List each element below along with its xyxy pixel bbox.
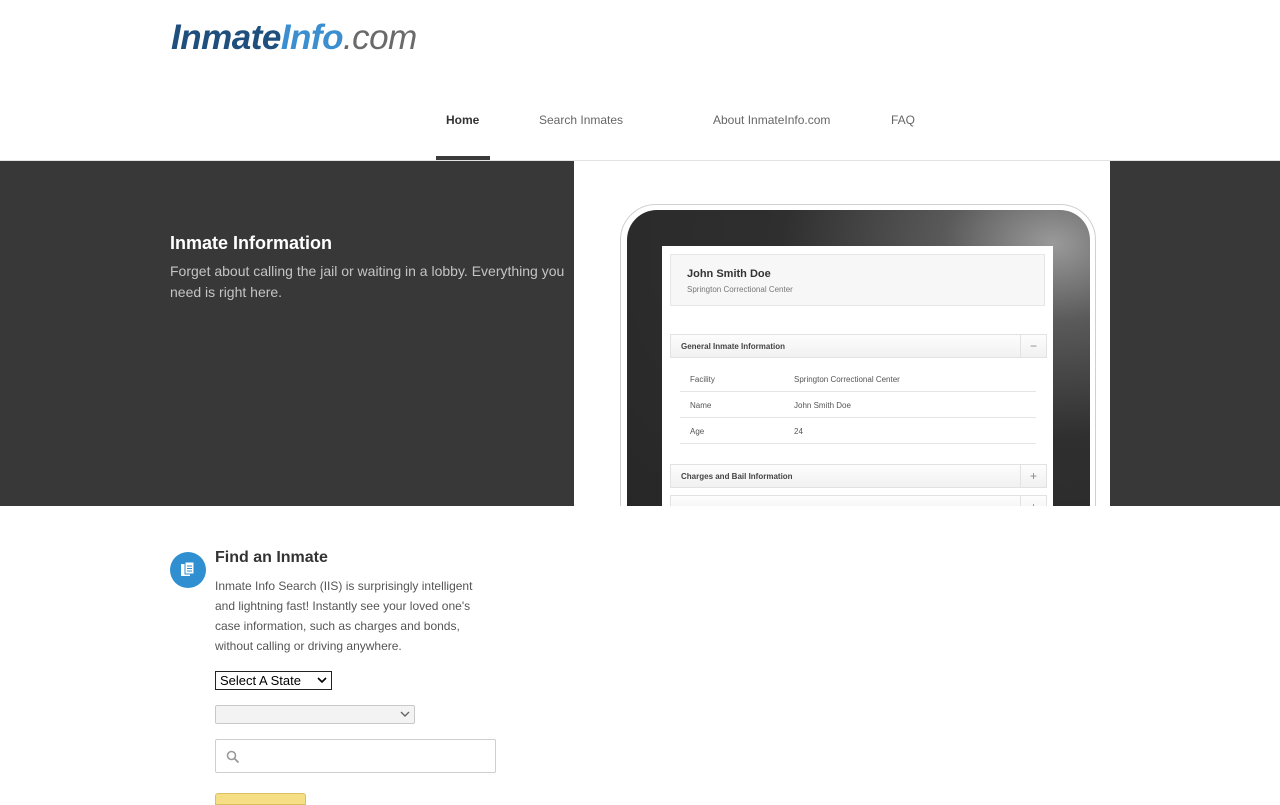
- find-inmate-description: Inmate Info Search (IIS) is surprisingly…: [215, 579, 473, 653]
- site-logo[interactable]: InmateInfo.com: [171, 18, 417, 58]
- chevron-down-icon: [400, 711, 410, 717]
- nav-home[interactable]: Home: [446, 113, 479, 127]
- tablet-screen: John Smith Doe Springton Correctional Ce…: [662, 246, 1053, 506]
- accordion-general-label: General Inmate Information: [681, 342, 786, 351]
- inmate-name: John Smith Doe: [687, 268, 771, 280]
- logo-part-inmate: Inmate: [171, 18, 281, 57]
- info-row-facility: Facility Springton Correctional Center: [680, 366, 1036, 392]
- county-select[interactable]: [215, 705, 415, 724]
- state-select-value: Select A State: [220, 673, 301, 688]
- nav-search-inmates[interactable]: Search Inmates: [539, 113, 623, 127]
- info-key: Age: [690, 427, 705, 436]
- hero-text: Forget about calling the jail or waiting…: [170, 263, 565, 300]
- nav-faq[interactable]: FAQ: [891, 113, 915, 127]
- info-value: Springton Correctional Center: [794, 375, 900, 384]
- info-key: Facility: [690, 375, 715, 384]
- expand-icon: +: [1020, 465, 1046, 487]
- logo-part-com: .com: [342, 18, 417, 57]
- search-input[interactable]: [250, 746, 490, 766]
- site-header: InmateInfo.com Home Search Inmates About…: [0, 0, 1280, 161]
- hero-preview-panel: John Smith Doe Springton Correctional Ce…: [574, 161, 1110, 506]
- info-value: 24: [794, 427, 803, 436]
- accordion-charges-label: Charges and Bail Information: [681, 472, 793, 481]
- search-button[interactable]: [215, 793, 306, 805]
- search-box: [215, 739, 496, 773]
- accordion-general-info: General Inmate Information −: [670, 334, 1047, 358]
- find-inmate-title: Find an Inmate: [215, 549, 328, 566]
- inmate-facility: Springton Correctional Center: [687, 285, 793, 294]
- info-value: John Smith Doe: [794, 401, 851, 410]
- main-nav: Home Search Inmates About InmateInfo.com…: [0, 113, 1280, 160]
- document-icon: [170, 552, 206, 588]
- nav-about[interactable]: About InmateInfo.com: [713, 113, 830, 127]
- logo-part-info: Info: [280, 18, 344, 57]
- search-icon: [226, 750, 240, 764]
- accordion-charges-bail: Charges and Bail Information +: [670, 464, 1047, 488]
- info-row-age: Age 24: [680, 418, 1036, 444]
- accordion-court: +: [670, 495, 1047, 506]
- nav-active-indicator: [436, 156, 490, 160]
- collapse-icon: −: [1020, 335, 1046, 357]
- hero-title: Inmate Information: [170, 233, 333, 253]
- chevron-down-icon: [317, 677, 327, 684]
- info-row-name: Name John Smith Doe: [680, 392, 1036, 418]
- info-key: Name: [690, 401, 712, 410]
- inmate-summary-card: John Smith Doe Springton Correctional Ce…: [670, 254, 1045, 306]
- hero-banner: Inmate Information Forget about calling …: [0, 161, 1280, 506]
- state-select[interactable]: Select A State: [215, 671, 332, 690]
- expand-icon: +: [1020, 496, 1046, 506]
